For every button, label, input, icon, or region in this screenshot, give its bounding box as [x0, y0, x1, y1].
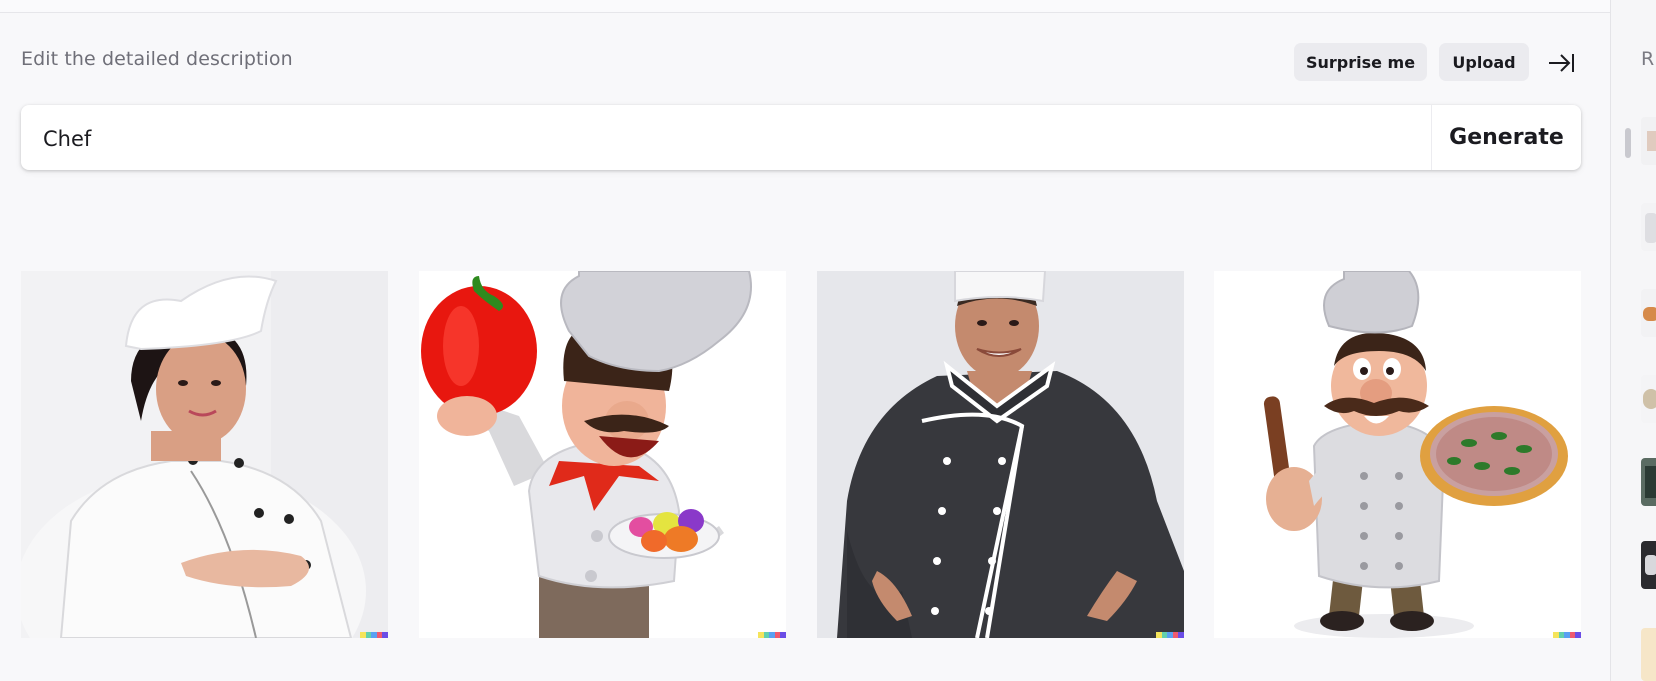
black-jacket-chef-image	[817, 271, 1184, 638]
cartoon-chef-pepper-image	[419, 271, 786, 638]
result-image-2[interactable]	[419, 271, 786, 638]
history-thumbnail[interactable]	[1641, 628, 1656, 681]
page-title: Edit the detailed description	[21, 48, 293, 70]
history-thumbnail[interactable]	[1641, 375, 1656, 423]
history-thumbnail[interactable]	[1641, 541, 1656, 589]
history-thumbnail[interactable]	[1641, 203, 1656, 251]
generate-button[interactable]: Generate	[1432, 105, 1581, 170]
sidebar-scrollbar[interactable]	[1625, 128, 1631, 158]
top-divider	[0, 0, 1610, 13]
surprise-me-button[interactable]: Surprise me	[1294, 43, 1427, 81]
history-thumbnail[interactable]	[1641, 117, 1656, 165]
main-panel: Edit the detailed description Surprise m…	[0, 0, 1610, 681]
prompt-input[interactable]	[41, 105, 1425, 172]
collapse-sidebar-icon[interactable]	[1546, 49, 1576, 77]
sidebar-title: R	[1641, 48, 1655, 70]
history-sidebar: R	[1610, 0, 1656, 681]
female-chef-image	[21, 271, 388, 638]
prompt-bar: Generate	[21, 105, 1581, 172]
result-image-3[interactable]	[817, 271, 1184, 638]
signature-mark	[1156, 632, 1184, 638]
signature-mark	[1553, 632, 1581, 638]
result-image-4[interactable]	[1214, 271, 1581, 638]
upload-button[interactable]: Upload	[1439, 43, 1529, 81]
signature-mark	[758, 632, 786, 638]
cartoon-chef-pizza-image	[1214, 271, 1581, 638]
signature-mark	[360, 632, 388, 638]
history-thumbnail[interactable]	[1641, 289, 1656, 337]
result-image-1[interactable]	[21, 271, 388, 638]
history-thumbnail[interactable]	[1641, 458, 1656, 506]
